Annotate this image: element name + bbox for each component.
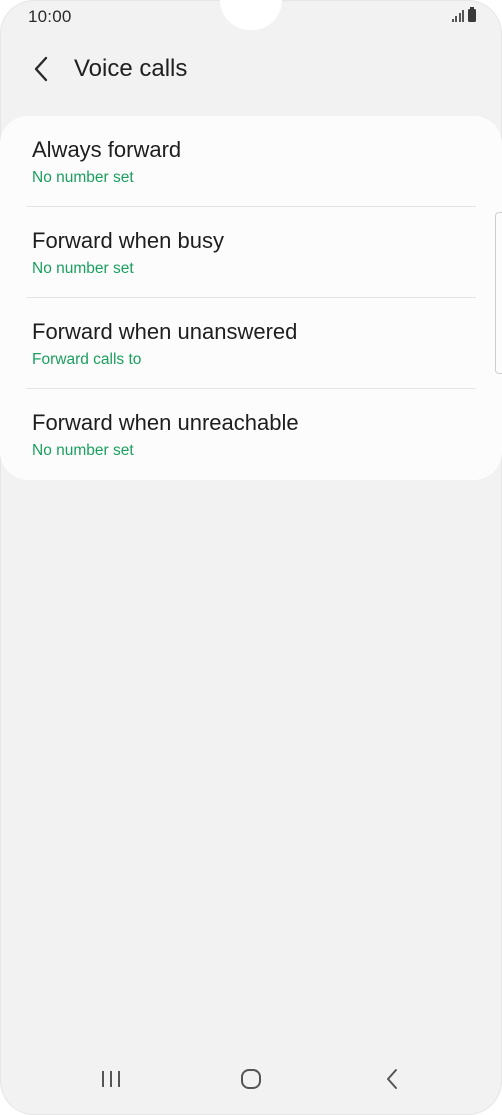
back-icon: [387, 1069, 397, 1089]
option-subtitle: No number set: [32, 169, 134, 186]
home-button[interactable]: [229, 1057, 273, 1101]
option-title: Forward when busy: [32, 228, 224, 253]
option-title: Forward when unreachable: [32, 410, 299, 435]
nav-back-button[interactable]: [370, 1057, 414, 1101]
recent-apps-button[interactable]: [89, 1057, 133, 1101]
option-subtitle: No number set: [32, 442, 134, 459]
option-always-forward[interactable]: Always forward No number set: [0, 116, 502, 207]
recent-apps-icon: [102, 1071, 120, 1087]
navigation-bar: [0, 1045, 502, 1115]
status-icons: [451, 7, 476, 22]
back-button[interactable]: [24, 52, 58, 86]
option-forward-when-unanswered[interactable]: Forward when unanswered Forward calls to: [0, 298, 502, 389]
forwarding-options-card: Always forward No number set Forward whe…: [0, 116, 502, 480]
option-subtitle: Forward calls to: [32, 351, 142, 368]
option-forward-when-unreachable[interactable]: Forward when unreachable No number set: [0, 389, 502, 480]
status-bar: 10:00: [0, 0, 502, 34]
option-title: Always forward: [32, 137, 182, 162]
home-icon: [241, 1069, 261, 1089]
scrollbar[interactable]: [495, 212, 502, 374]
app-header: Voice calls: [0, 46, 502, 92]
page-title: Voice calls: [74, 55, 188, 82]
chevron-left-icon: [34, 56, 48, 82]
option-subtitle: No number set: [32, 260, 134, 277]
status-time: 10:00: [28, 7, 72, 26]
signal-icon: [451, 10, 464, 22]
option-forward-when-busy[interactable]: Forward when busy No number set: [0, 207, 502, 298]
phone-screen: 10:00 Voice calls Always forward No numb…: [0, 0, 502, 1115]
battery-icon: [468, 7, 476, 22]
option-title: Forward when unanswered: [32, 319, 298, 344]
